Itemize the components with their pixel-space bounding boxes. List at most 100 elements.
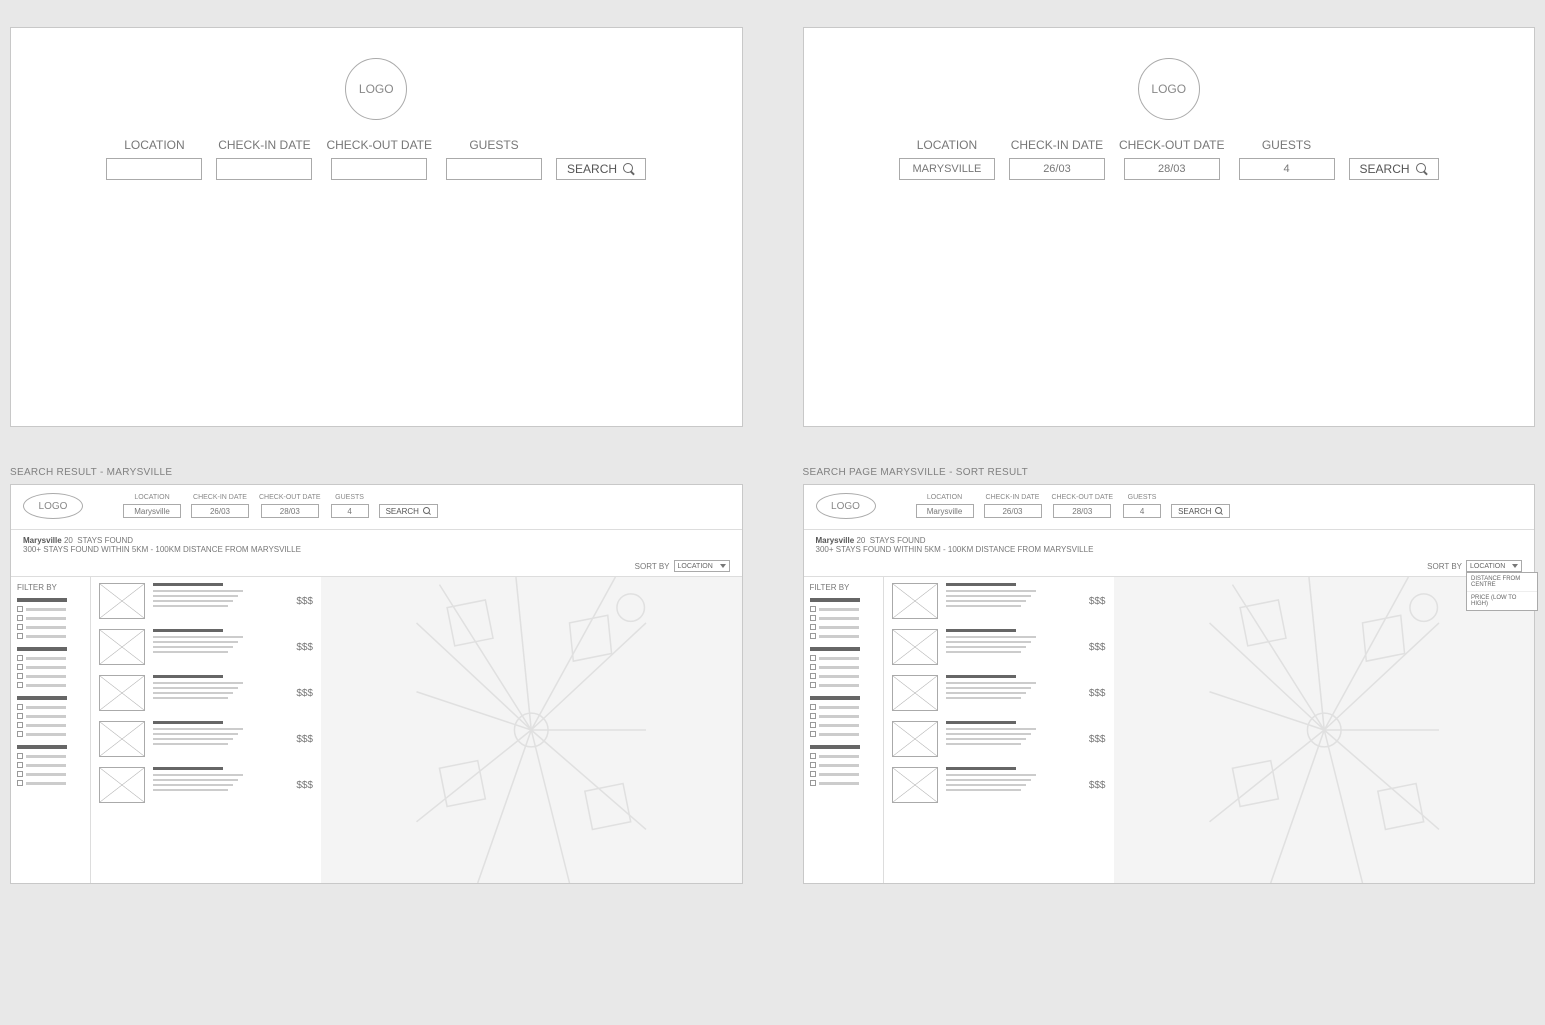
- filter-option[interactable]: [810, 753, 877, 759]
- checkbox-icon[interactable]: [17, 753, 23, 759]
- filter-option[interactable]: [17, 615, 84, 621]
- result-card[interactable]: $$$: [99, 721, 313, 757]
- guests-input[interactable]: [1239, 158, 1335, 180]
- checkbox-icon[interactable]: [17, 771, 23, 777]
- checkbox-icon[interactable]: [810, 704, 816, 710]
- location-input[interactable]: [106, 158, 202, 180]
- checkbox-icon[interactable]: [810, 606, 816, 612]
- checkout-input[interactable]: [261, 504, 319, 518]
- search-button[interactable]: SEARCH: [1171, 504, 1230, 518]
- filter-option[interactable]: [17, 606, 84, 612]
- filter-option[interactable]: [810, 762, 877, 768]
- filter-option[interactable]: [810, 704, 877, 710]
- checkbox-icon[interactable]: [17, 704, 23, 710]
- guests-input[interactable]: [331, 504, 369, 518]
- checkbox-icon[interactable]: [17, 624, 23, 630]
- sort-select[interactable]: LOCATION DISTANCE FROM CENTRE PRICE (LOW…: [1466, 560, 1522, 572]
- location-input[interactable]: [899, 158, 995, 180]
- checkin-input[interactable]: [1009, 158, 1105, 180]
- filter-option[interactable]: [17, 713, 84, 719]
- checkbox-icon[interactable]: [17, 655, 23, 661]
- filter-option[interactable]: [810, 624, 877, 630]
- checkbox-icon[interactable]: [17, 615, 23, 621]
- filter-option[interactable]: [17, 731, 84, 737]
- filter-option[interactable]: [810, 780, 877, 786]
- filter-option[interactable]: [810, 673, 877, 679]
- filter-option[interactable]: [17, 682, 84, 688]
- filter-option[interactable]: [810, 771, 877, 777]
- checkbox-icon[interactable]: [17, 664, 23, 670]
- checkbox-icon[interactable]: [17, 673, 23, 679]
- filter-option[interactable]: [810, 633, 877, 639]
- checkbox-icon[interactable]: [810, 673, 816, 679]
- checkbox-icon[interactable]: [17, 762, 23, 768]
- filter-option[interactable]: [810, 713, 877, 719]
- filter-option[interactable]: [810, 655, 877, 661]
- checkout-input[interactable]: [1124, 158, 1220, 180]
- checkbox-icon[interactable]: [810, 615, 816, 621]
- result-card[interactable]: $$$: [892, 675, 1106, 711]
- checkbox-icon[interactable]: [810, 753, 816, 759]
- map-placeholder[interactable]: [1114, 577, 1535, 883]
- checkbox-icon[interactable]: [810, 664, 816, 670]
- filter-option[interactable]: [17, 762, 84, 768]
- search-button[interactable]: SEARCH: [379, 504, 438, 518]
- checkbox-icon[interactable]: [810, 682, 816, 688]
- guests-input[interactable]: [446, 158, 542, 180]
- search-button[interactable]: SEARCH: [1349, 158, 1439, 180]
- checkbox-icon[interactable]: [810, 624, 816, 630]
- checkbox-icon[interactable]: [810, 731, 816, 737]
- checkbox-icon[interactable]: [17, 722, 23, 728]
- filter-option[interactable]: [17, 780, 84, 786]
- checkin-input[interactable]: [216, 158, 312, 180]
- result-card[interactable]: $$$: [99, 583, 313, 619]
- filter-option[interactable]: [17, 673, 84, 679]
- sort-option[interactable]: DISTANCE FROM CENTRE: [1467, 573, 1537, 592]
- checkbox-icon[interactable]: [17, 606, 23, 612]
- sort-select[interactable]: LOCATION: [674, 560, 730, 572]
- checkbox-icon[interactable]: [810, 771, 816, 777]
- checkbox-icon[interactable]: [810, 780, 816, 786]
- filter-option[interactable]: [17, 624, 84, 630]
- guests-input[interactable]: [1123, 504, 1161, 518]
- checkbox-icon[interactable]: [810, 633, 816, 639]
- checkbox-icon[interactable]: [810, 722, 816, 728]
- filter-option[interactable]: [17, 633, 84, 639]
- checkin-input[interactable]: [191, 504, 249, 518]
- location-input[interactable]: [123, 504, 181, 518]
- result-card[interactable]: $$$: [892, 629, 1106, 665]
- result-card[interactable]: $$$: [99, 767, 313, 803]
- checkbox-icon[interactable]: [17, 633, 23, 639]
- result-card[interactable]: $$$: [892, 583, 1106, 619]
- filter-option[interactable]: [17, 722, 84, 728]
- checkin-input[interactable]: [984, 504, 1042, 518]
- result-card[interactable]: $$$: [99, 675, 313, 711]
- filter-option[interactable]: [17, 664, 84, 670]
- result-card[interactable]: $$$: [99, 629, 313, 665]
- filter-option[interactable]: [17, 655, 84, 661]
- checkout-input[interactable]: [1053, 504, 1111, 518]
- filter-option[interactable]: [810, 664, 877, 670]
- location-input[interactable]: [916, 504, 974, 518]
- sort-option[interactable]: PRICE (LOW TO HIGH): [1467, 592, 1537, 610]
- checkbox-icon[interactable]: [17, 731, 23, 737]
- filter-option[interactable]: [810, 606, 877, 612]
- checkbox-icon[interactable]: [810, 655, 816, 661]
- filter-option[interactable]: [810, 682, 877, 688]
- checkbox-icon[interactable]: [810, 762, 816, 768]
- filter-option[interactable]: [810, 615, 877, 621]
- filter-option[interactable]: [17, 753, 84, 759]
- filter-option[interactable]: [810, 731, 877, 737]
- checkout-input[interactable]: [331, 158, 427, 180]
- checkbox-icon[interactable]: [17, 780, 23, 786]
- map-placeholder[interactable]: [321, 577, 742, 883]
- result-card[interactable]: $$$: [892, 767, 1106, 803]
- checkbox-icon[interactable]: [810, 713, 816, 719]
- search-button[interactable]: SEARCH: [556, 158, 646, 180]
- filter-option[interactable]: [17, 771, 84, 777]
- filter-option[interactable]: [17, 704, 84, 710]
- checkbox-icon[interactable]: [17, 713, 23, 719]
- checkbox-icon[interactable]: [17, 682, 23, 688]
- result-card[interactable]: $$$: [892, 721, 1106, 757]
- filter-option[interactable]: [810, 722, 877, 728]
